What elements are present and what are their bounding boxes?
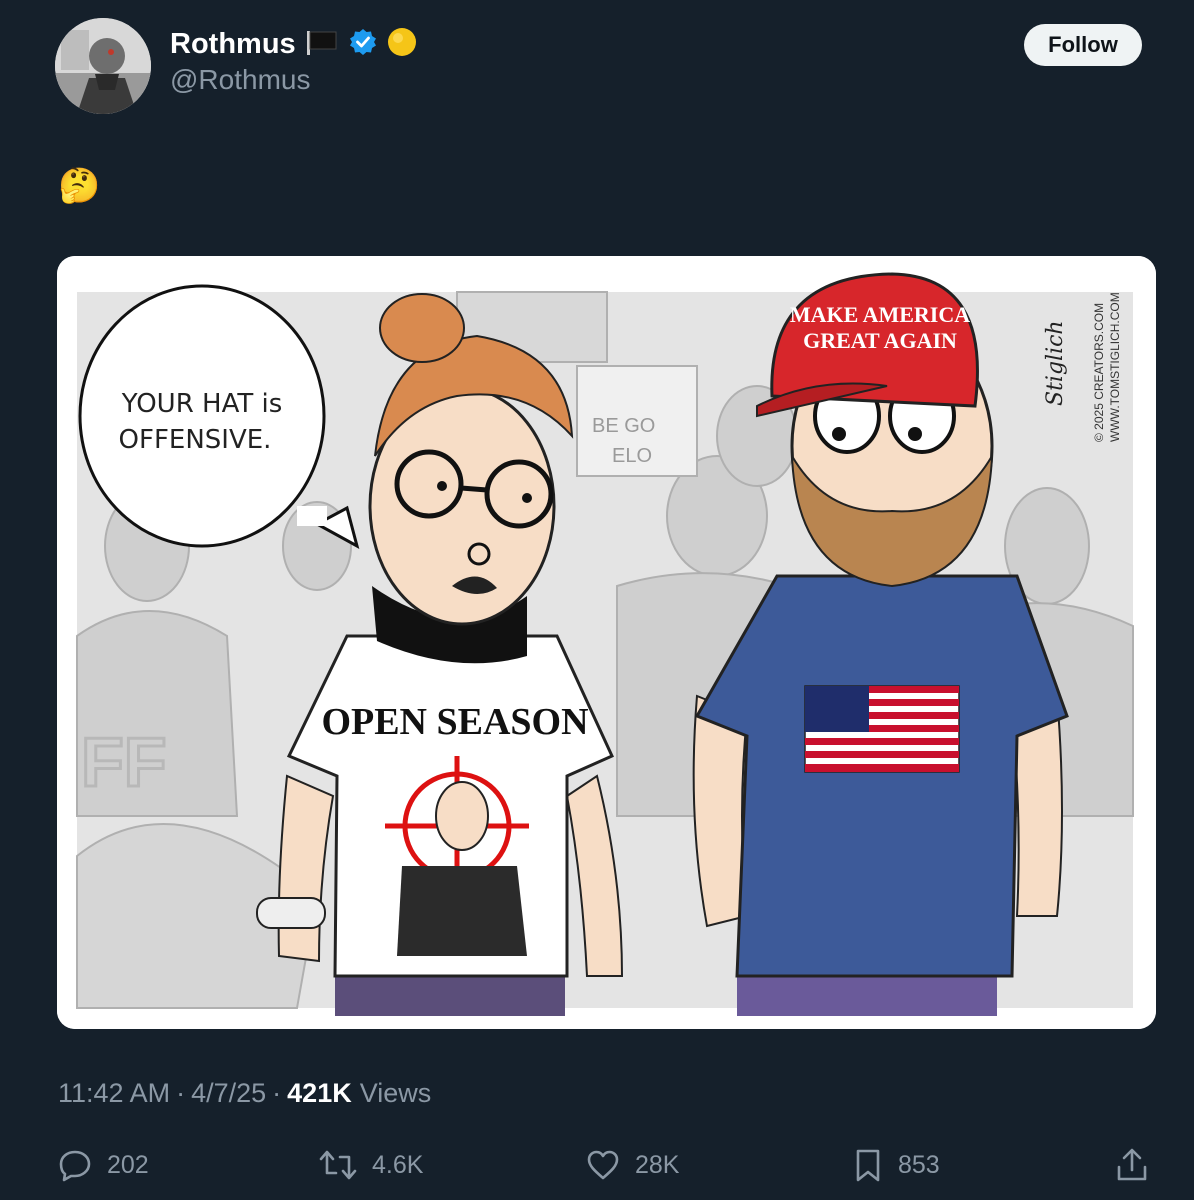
heart-icon [585,1147,621,1183]
hat-line1: MAKE AMERICA [790,302,970,327]
background-lettering: FF [81,723,167,801]
tweet-text: 🤔 [58,167,101,205]
speech-bubble-line2: OFFENSIVE. [119,425,272,455]
views-label: Views [359,1078,432,1108]
meta-separator: · [176,1078,186,1108]
sign-line1: BE GO [592,415,655,437]
tweet-date[interactable]: 4/7/25 [191,1078,266,1109]
tweet-image[interactable]: BE GO ELO FF YOUR HAT is OFFENSIVE. OPEN… [57,256,1156,1029]
reply-icon [57,1147,93,1183]
views-count: 421K [287,1078,352,1108]
meta-separator: · [272,1078,282,1108]
black-flag-icon [304,27,340,62]
tweet-time[interactable]: 11:42 AM [58,1078,170,1109]
speech-bubble-line1: YOUR HAT is [121,389,283,419]
display-name[interactable]: Rothmus [170,28,296,61]
yellow-circle-icon [386,26,418,63]
american-flag-icon [804,685,960,773]
hat-line2: GREAT AGAIN [803,328,957,353]
follow-button[interactable]: Follow [1024,24,1142,66]
copyright-line1: © 2025 CREATORS.COM [1092,303,1106,442]
repost-button[interactable]: 4.6K [318,1140,423,1190]
bookmark-button[interactable]: 853 [852,1140,940,1190]
tweet: Rothmus @Rothmus Follow 🤔 BE GO ELO FF Y… [0,0,1194,1200]
verified-badge-icon [348,27,378,62]
copyright-line2: WWW.TOMSTIGLICH.COM [1108,292,1122,442]
repost-icon [318,1147,358,1183]
bookmark-icon [852,1147,884,1183]
action-bar: 202 4.6K 28K 853 [0,1140,1194,1190]
like-count: 28K [635,1150,680,1179]
sign-line2: ELO [612,445,652,467]
share-icon [1114,1147,1150,1183]
artist-signature: Stiglich [1043,320,1068,406]
tweet-meta: 11:42 AM · 4/7/25 · 421K Views [58,1078,431,1109]
avatar[interactable] [55,18,151,114]
bookmark-count: 853 [898,1150,940,1179]
author-handle[interactable]: @Rothmus [170,64,310,96]
like-button[interactable]: 28K [585,1140,679,1190]
share-button[interactable] [1114,1140,1150,1190]
reply-count: 202 [107,1150,149,1179]
repost-count: 4.6K [372,1150,424,1179]
reply-button[interactable]: 202 [57,1140,149,1190]
shirt-text: OPEN SEASON [321,701,588,743]
author-name-row[interactable]: Rothmus [170,26,418,62]
